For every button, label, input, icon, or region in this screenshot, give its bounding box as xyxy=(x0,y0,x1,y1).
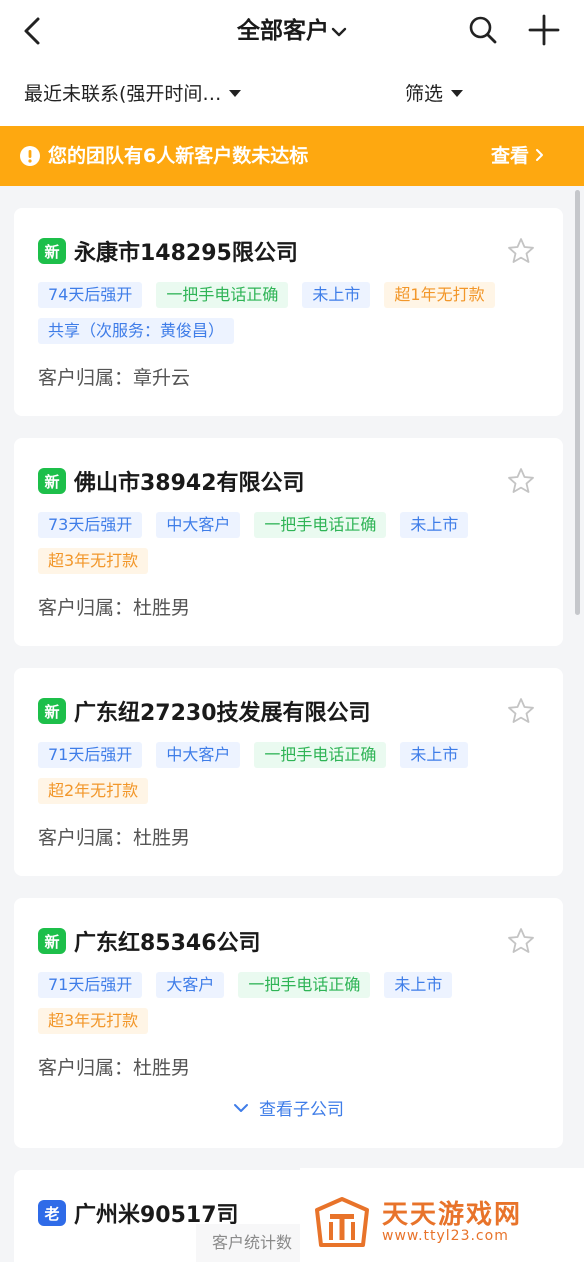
tag: 未上市 xyxy=(400,512,469,538)
tag: 一把手电话正确 xyxy=(254,512,387,538)
watermark-url: www.ttyl23.com xyxy=(382,1228,509,1244)
owner-label: 客户归属： xyxy=(38,597,134,619)
tag: 共享（次服务：黄俊昌） xyxy=(38,318,235,344)
customer-title: 新 广东纽27230技发展有限公司 xyxy=(38,696,371,726)
star-icon[interactable] xyxy=(506,466,536,496)
warning-banner[interactable]: 您的团队有6人新客户数未达标 查看 xyxy=(0,126,584,186)
watermark-name: 天天游戏网 xyxy=(382,1200,523,1230)
page-title: 全部客户 xyxy=(237,18,329,44)
tag: 未上市 xyxy=(302,282,371,308)
triangle-down-icon xyxy=(229,89,242,97)
owner-name: 杜胜男 xyxy=(133,597,191,619)
customer-stats-button[interactable]: 客户统计数 xyxy=(196,1224,306,1262)
customer-name: 广东纽27230技发展有限公司 xyxy=(74,701,371,726)
new-badge: 新 xyxy=(38,468,66,494)
customer-name: 永康市148295限公司 xyxy=(74,241,298,266)
owner-label: 客户归属： xyxy=(38,1057,134,1079)
tag: 中大客户 xyxy=(156,512,241,538)
filter-bar: 最近未联系(强开时间… 筛选 xyxy=(0,62,584,126)
scrollbar[interactable] xyxy=(575,190,580,615)
banner-view-button[interactable]: 查看 xyxy=(491,141,544,171)
tag: 74天后强开 xyxy=(38,282,143,308)
chevron-down-icon xyxy=(234,1104,248,1112)
tag: 未上市 xyxy=(384,972,453,998)
add-icon[interactable] xyxy=(528,14,560,46)
tag: 超3年无打款 xyxy=(38,1008,149,1034)
banner-text: 您的团队有6人新客户数未达标 xyxy=(48,145,309,167)
filter-dropdown[interactable]: 筛选 xyxy=(405,80,464,108)
chevron-down-icon xyxy=(331,27,347,36)
watermark-logo-icon xyxy=(315,1197,369,1247)
tag: 大客户 xyxy=(156,972,225,998)
tag: 71天后强开 xyxy=(38,972,143,998)
customer-card[interactable]: 新 广东纽27230技发展有限公司 71天后强开 中大客户 一把手电话正确 未上… xyxy=(14,668,563,876)
search-icon[interactable] xyxy=(468,15,498,45)
owner-label: 客户归属： xyxy=(38,827,134,849)
customer-name: 广东红85346公司 xyxy=(74,931,261,956)
customer-owner: 客户归属：杜胜男 xyxy=(38,594,190,622)
customer-title: 新 广东红85346公司 xyxy=(38,926,261,956)
tag: 超3年无打款 xyxy=(38,548,149,574)
new-badge: 新 xyxy=(38,238,66,264)
tag: 73天后强开 xyxy=(38,512,143,538)
tag-list: 71天后强开 中大客户 一把手电话正确 未上市 超2年无打款 xyxy=(38,742,518,804)
tag: 一把手电话正确 xyxy=(254,742,387,768)
owner-label: 客户归属： xyxy=(38,367,134,389)
customer-owner: 客户归属：杜胜男 xyxy=(38,824,190,852)
tag: 中大客户 xyxy=(156,742,241,768)
new-badge: 新 xyxy=(38,698,66,724)
star-icon[interactable] xyxy=(506,696,536,726)
customer-title: 新 永康市148295限公司 xyxy=(38,236,298,266)
view-subsidiaries-label: 查看子公司 xyxy=(259,1100,344,1120)
tag: 超1年无打款 xyxy=(384,282,495,308)
customer-title: 新 佛山市38942有限公司 xyxy=(38,466,305,496)
tag: 71天后强开 xyxy=(38,742,143,768)
tag: 一把手电话正确 xyxy=(238,972,371,998)
top-nav-bar: 全部客户 xyxy=(0,0,584,62)
owner-name: 杜胜男 xyxy=(133,1057,191,1079)
chevron-right-icon xyxy=(536,149,544,161)
view-subsidiaries-link[interactable]: 查看子公司 xyxy=(14,1098,563,1122)
site-watermark: 天天游戏网 www.ttyl23.com xyxy=(300,1168,584,1262)
owner-name: 杜胜男 xyxy=(133,827,191,849)
sort-dropdown[interactable]: 最近未联系(强开时间… xyxy=(24,80,242,108)
customer-name: 佛山市38942有限公司 xyxy=(74,471,305,496)
star-icon[interactable] xyxy=(506,926,536,956)
customer-stats-label: 客户统计数 xyxy=(212,1233,293,1252)
banner-view-label: 查看 xyxy=(491,145,530,167)
sort-label: 最近未联系(强开时间… xyxy=(24,83,222,105)
tag: 超2年无打款 xyxy=(38,778,149,804)
customer-owner: 客户归属：杜胜男 xyxy=(38,1054,190,1082)
new-badge: 新 xyxy=(38,928,66,954)
tag-list: 74天后强开 一把手电话正确 未上市 超1年无打款 共享（次服务：黄俊昌） xyxy=(38,282,518,344)
customer-card[interactable]: 新 佛山市38942有限公司 73天后强开 中大客户 一把手电话正确 未上市 超… xyxy=(14,438,563,646)
customer-card[interactable]: 新 永康市148295限公司 74天后强开 一把手电话正确 未上市 超1年无打款… xyxy=(14,208,563,416)
tag-list: 73天后强开 中大客户 一把手电话正确 未上市 超3年无打款 xyxy=(38,512,518,574)
tag: 一把手电话正确 xyxy=(156,282,289,308)
filter-label: 筛选 xyxy=(405,83,444,105)
owner-name: 章升云 xyxy=(133,367,191,389)
tag-list: 71天后强开 大客户 一把手电话正确 未上市 超3年无打款 xyxy=(38,972,518,1034)
customer-list[interactable]: 新 永康市148295限公司 74天后强开 一把手电话正确 未上市 超1年无打款… xyxy=(0,186,584,1262)
old-badge: 老 xyxy=(38,1200,66,1226)
triangle-down-icon xyxy=(451,89,464,97)
exclamation-circle-icon xyxy=(20,146,40,166)
customer-owner: 客户归属：章升云 xyxy=(38,364,190,392)
tag: 未上市 xyxy=(400,742,469,768)
customer-card[interactable]: 新 广东红85346公司 71天后强开 大客户 一把手电话正确 未上市 超3年无… xyxy=(14,898,563,1148)
star-icon[interactable] xyxy=(506,236,536,266)
